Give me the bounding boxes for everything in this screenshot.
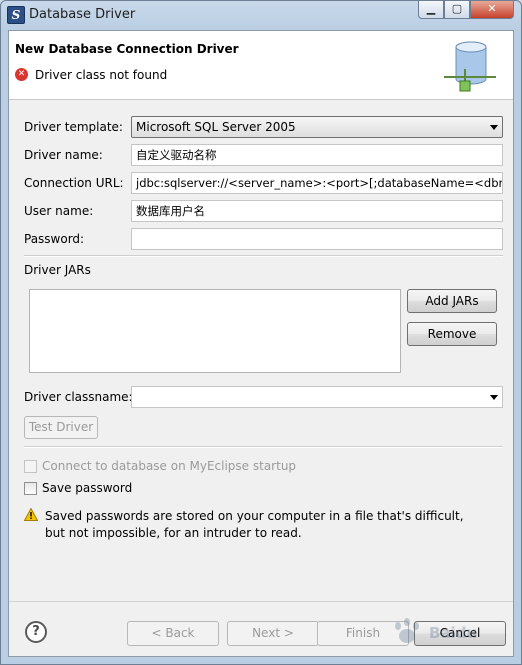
connection-url-input[interactable]: jdbc:sqlserver://<server_name>:<port>[;d… bbox=[131, 172, 503, 194]
divider bbox=[24, 446, 503, 448]
help-icon[interactable]: ? bbox=[25, 621, 47, 643]
driver-name-label: Driver name: bbox=[24, 148, 103, 162]
driver-template-select[interactable]: Microsoft SQL Server 2005 bbox=[131, 116, 503, 138]
window-title: Database Driver bbox=[29, 7, 136, 22]
driver-template-label: Driver template: bbox=[24, 120, 123, 134]
save-password-label: Save password bbox=[42, 481, 133, 495]
dialog-body: New Database Connection Driver ✕ Driver … bbox=[8, 30, 514, 657]
driver-classname-select[interactable] bbox=[131, 386, 503, 408]
saved-password-warning: Saved passwords are stored on your compu… bbox=[45, 509, 464, 540]
chevron-down-icon[interactable] bbox=[490, 125, 498, 130]
divider bbox=[24, 255, 503, 257]
error-icon: ✕ bbox=[15, 68, 28, 81]
password-label: Password: bbox=[24, 232, 85, 246]
save-password-checkbox[interactable] bbox=[24, 482, 37, 495]
title-bar[interactable]: S Database Driver ▁ ▢ ✕ bbox=[1, 1, 521, 29]
minimize-button[interactable]: ▁ bbox=[418, 1, 444, 19]
connection-url-label: Connection URL: bbox=[24, 176, 124, 190]
driver-jars-list[interactable] bbox=[29, 289, 401, 373]
back-button[interactable]: < Back bbox=[127, 621, 219, 646]
chevron-down-icon[interactable] bbox=[490, 395, 498, 400]
error-message: Driver class not found bbox=[35, 68, 168, 82]
add-jars-button[interactable]: Add JARs bbox=[407, 289, 497, 313]
connect-on-startup-label: Connect to database on MyEclipse startup bbox=[42, 459, 297, 473]
wizard-banner: New Database Connection Driver ✕ Driver … bbox=[9, 31, 513, 100]
connect-on-startup-checkbox[interactable] bbox=[24, 460, 37, 473]
next-button[interactable]: Next > bbox=[227, 621, 319, 646]
database-driver-icon bbox=[444, 41, 496, 92]
driver-jars-label: Driver JARs bbox=[24, 263, 91, 277]
warning-icon bbox=[24, 508, 38, 521]
maximize-button[interactable]: ▢ bbox=[444, 1, 470, 19]
driver-name-input[interactable]: 自定义驱动名称 bbox=[131, 144, 503, 166]
baidu-watermark: Baidu bbox=[395, 618, 477, 643]
wizard-footer: ? < Back Next > Finish Cancel Baidu bbox=[9, 601, 513, 657]
close-button[interactable]: ✕ bbox=[470, 1, 514, 19]
database-driver-window: S Database Driver ▁ ▢ ✕ New Database Con… bbox=[0, 0, 522, 665]
user-name-label: User name: bbox=[24, 204, 94, 218]
page-title: New Database Connection Driver bbox=[15, 42, 239, 56]
user-name-input[interactable]: 数据库用户名 bbox=[131, 200, 503, 222]
driver-template-value: Microsoft SQL Server 2005 bbox=[136, 120, 296, 134]
test-driver-button[interactable]: Test Driver bbox=[24, 416, 98, 439]
remove-button[interactable]: Remove bbox=[407, 322, 497, 346]
password-input[interactable] bbox=[131, 228, 503, 250]
app-icon: S bbox=[7, 6, 25, 24]
driver-classname-label: Driver classname: bbox=[24, 390, 133, 404]
svg-text:Baidu: Baidu bbox=[429, 624, 477, 642]
